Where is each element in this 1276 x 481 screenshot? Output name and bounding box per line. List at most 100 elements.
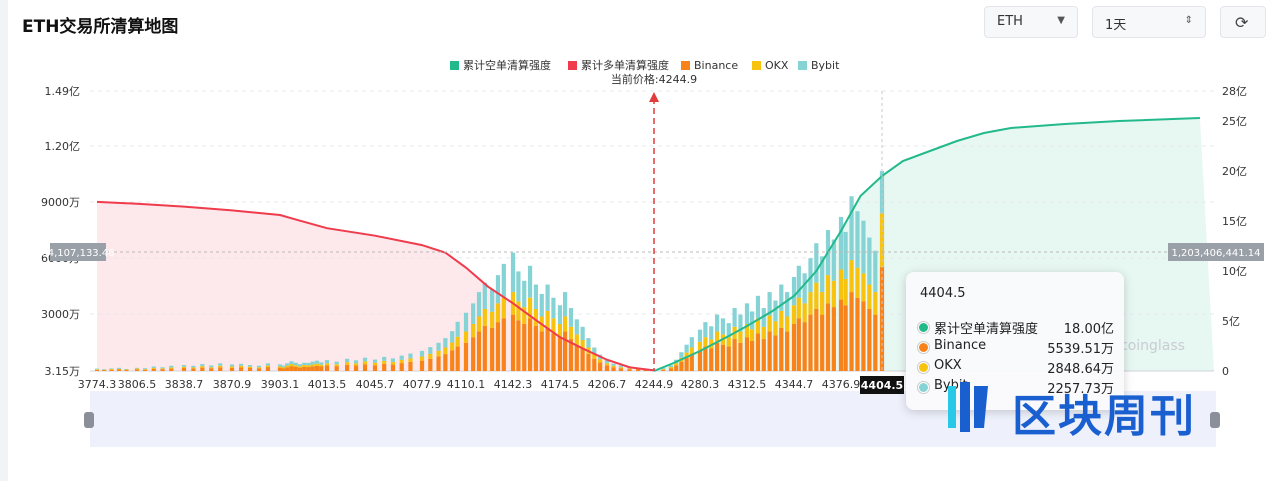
bar-okx [297,366,303,368]
bar-bybit [838,216,844,270]
tooltip-row-value: 2848.64万 [1047,362,1114,377]
bar-bybit [306,362,311,366]
bar-binance [563,331,568,371]
x-tick: 4206.7 [588,378,627,391]
bar-okx [200,366,205,368]
bar-okx [611,365,616,368]
bar-bybit [684,344,689,353]
y-right-tick: 15亿 [1222,215,1247,228]
bar-binance [408,361,413,371]
bar-binance [289,366,294,371]
site-logo-icon [948,382,988,432]
bar-okx [302,364,307,367]
bar-binance [510,314,516,371]
y-right-tick: 5亿 [1222,315,1240,328]
bar-bybit [160,367,165,369]
bar-bybit [476,292,482,317]
bar-okx [661,369,666,370]
bar-bybit [611,363,616,366]
bar-binance [855,297,860,371]
y-left-tick: 3000万 [41,308,80,321]
bar-bybit [703,322,708,338]
bar-bybit [314,360,320,364]
x-tick: 3806.5 [118,378,157,391]
bar-binance [229,367,235,371]
bar-bybit [319,362,324,365]
bar-binance [838,299,844,371]
bar-bybit [861,220,866,274]
bar-binance [181,367,187,371]
bar-bybit [580,326,585,340]
bar-okx [471,324,476,338]
bar-bybit [785,292,790,317]
bar-bybit [744,303,750,325]
bar-okx [750,329,755,341]
bar-binance [592,358,597,371]
bar-okx [285,365,290,368]
y-right-tick: 0 [1222,365,1229,378]
bar-bybit [289,361,294,365]
tooltip-row-name: 累计空单清算强度 [934,322,1039,337]
bar-binance [849,292,854,371]
bar-bybit [324,360,330,364]
bar-binance [714,342,720,371]
bar-okx [334,364,339,367]
bar-okx [791,305,797,325]
bar-binance [399,363,404,371]
x-tick: 4244.9 [635,378,674,391]
bar-bybit [471,303,476,325]
bar-bybit [181,364,187,367]
bar-binance [679,361,684,371]
bar-binance [280,368,286,371]
bar-okx [372,362,378,366]
bar-binance [436,356,441,371]
bar-okx [761,326,766,340]
bar-okx [419,356,425,361]
bar-bybit [116,367,122,369]
bar-okx [726,337,731,347]
x-tick: 3870.9 [213,378,252,391]
tooltip-dot [918,322,929,333]
bar-binance [495,322,501,371]
bar-bybit [101,369,107,370]
bar-bybit [285,363,290,366]
bar-binance [482,325,487,371]
bar-bybit [443,338,448,348]
y-left-tick: 9000万 [41,196,80,209]
bar-okx [873,292,878,315]
bar-bybit [495,275,501,304]
legend-label: 累计多单清算强度 [581,58,669,72]
site-watermark: 区块周刊 [944,378,1254,442]
bar-binance [124,369,129,371]
bar-binance [490,327,495,371]
bar-bybit [689,337,694,348]
bar-bybit [109,368,114,369]
bar-binance [419,360,425,371]
bar-binance [463,342,469,371]
zoom-handle-left[interactable] [84,412,94,428]
bar-okx [450,342,455,351]
bar-binance [697,350,703,371]
current-price-arrow [649,92,659,102]
bar-bybit [750,311,755,330]
bar-bybit [697,329,703,342]
bar-okx [627,368,632,370]
bar-binance [522,324,527,371]
bar-bybit [551,297,556,319]
x-tick: 3838.7 [165,378,204,391]
bar-okx [796,297,801,319]
x-tick: 3903.1 [261,378,300,391]
bar-bybit [436,342,441,351]
tooltip-row-value: 18.00亿 [1063,322,1114,337]
bar-bybit [586,338,591,348]
bar-binance [302,366,307,371]
bar-binance [873,314,878,371]
bar-bybit [843,231,848,279]
bar-bybit [679,352,684,358]
bar-binance [516,320,521,371]
bar-binance [611,367,616,371]
bar-binance [209,368,214,371]
bar-okx [134,368,140,370]
y-right-tick: 10亿 [1222,265,1247,278]
bar-bybit [408,353,413,359]
